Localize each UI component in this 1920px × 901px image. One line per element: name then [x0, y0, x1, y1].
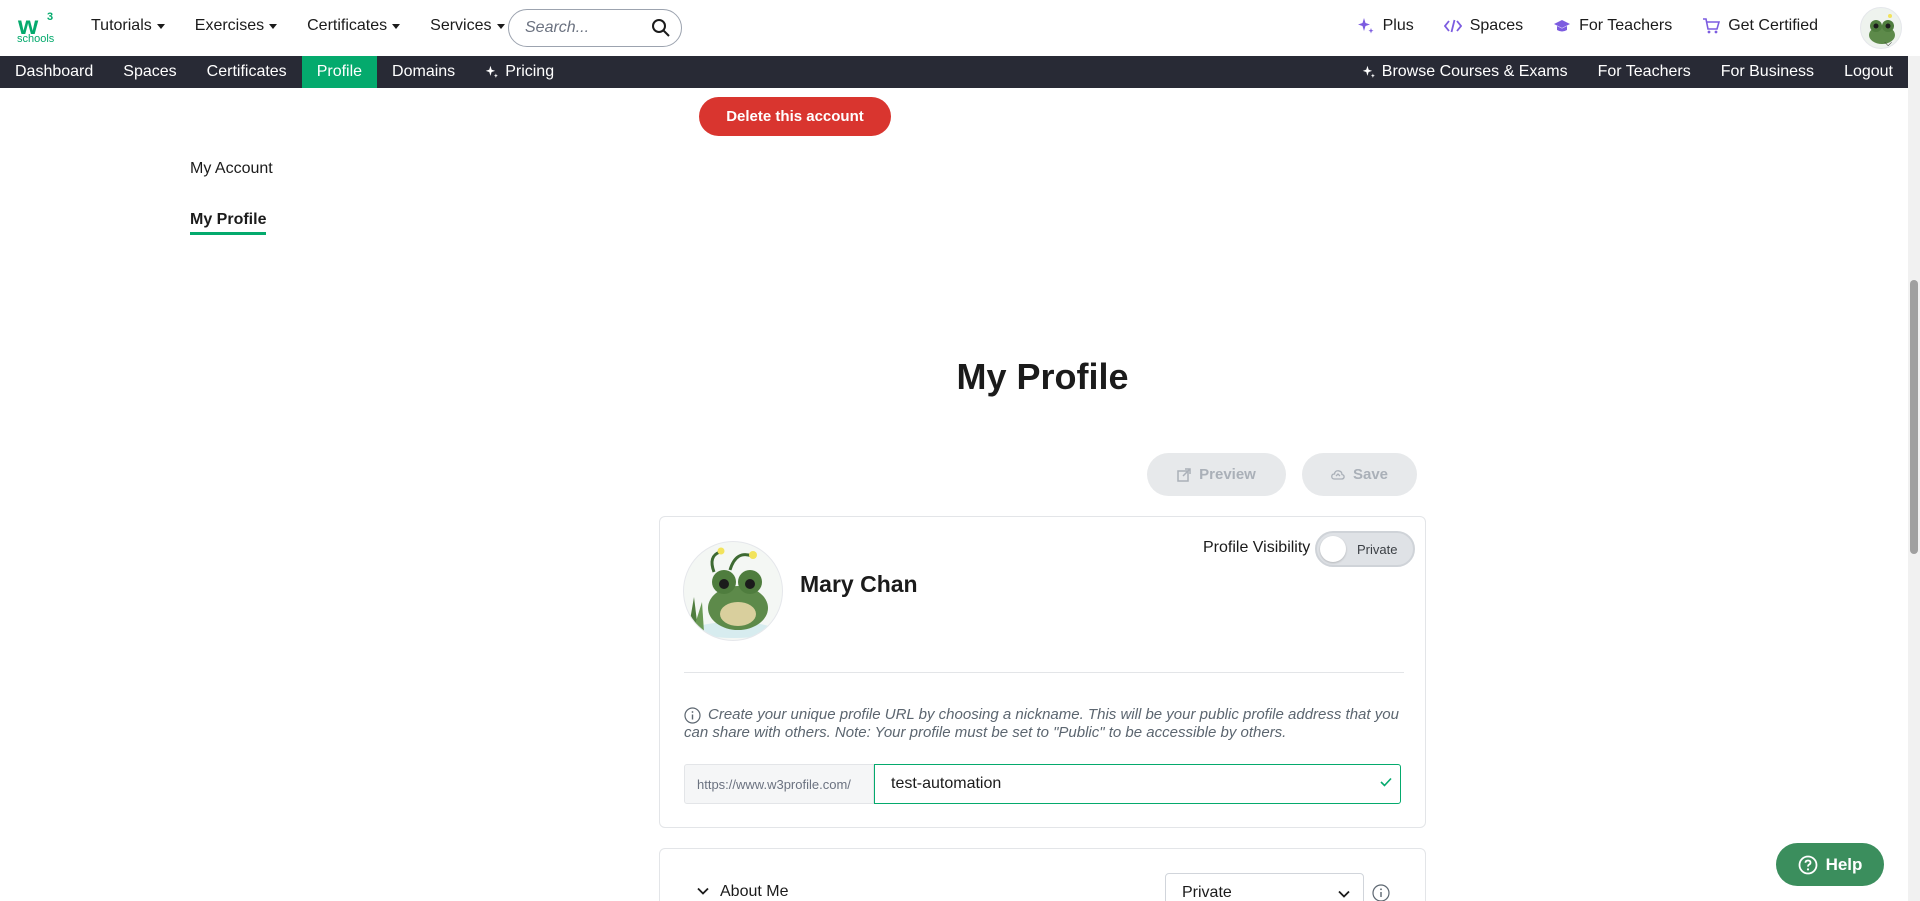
svg-text:3: 3: [47, 11, 53, 23]
preview-button[interactable]: Preview: [1147, 453, 1286, 496]
chevron-down-icon[interactable]: ⌵: [1884, 38, 1892, 49]
spaces-link[interactable]: Spaces: [1443, 17, 1523, 35]
caret-down-icon: [269, 23, 278, 29]
profile-url-prefix: https://www.w3profile.com/: [684, 764, 874, 804]
check-icon: [1380, 777, 1392, 787]
logo-wordmark: schools: [17, 33, 55, 45]
subnav-right: Browse Courses & Exams For Teachers For …: [1347, 56, 1908, 88]
graduation-cap-icon: [1554, 20, 1571, 32]
toggle-knob: [1320, 536, 1346, 562]
profile-card: Mary Chan Profile Visibility Private Cre…: [659, 516, 1426, 828]
delete-account-button[interactable]: Delete this account: [699, 97, 891, 136]
about-me-visibility-select[interactable]: Private: [1165, 873, 1364, 901]
help-button[interactable]: Help: [1776, 843, 1884, 886]
about-me-card: About Me Private: [659, 848, 1426, 901]
frog-avatar-icon: [688, 547, 774, 638]
toggle-state-label: Private: [1357, 542, 1398, 557]
divider: [684, 672, 1404, 673]
tutorials-menu[interactable]: Tutorials: [91, 17, 165, 35]
top-bar: w 3 schools Tutorials Exercises Certific…: [0, 0, 1920, 56]
profile-name: Mary Chan: [800, 571, 918, 597]
exercises-menu[interactable]: Exercises: [195, 17, 278, 35]
code-icon: [1443, 19, 1462, 33]
subnav-dashboard[interactable]: Dashboard: [0, 56, 108, 88]
subnav-certificates[interactable]: Certificates: [192, 56, 302, 88]
cloud-upload-icon: [1331, 469, 1345, 480]
top-nav: Tutorials Exercises Certificates Service…: [91, 17, 505, 35]
subnav-for-business[interactable]: For Business: [1706, 56, 1829, 88]
profile-url-info: Create your unique profile URL by choosi…: [684, 706, 1399, 741]
subnav-profile[interactable]: Profile: [301, 56, 378, 88]
side-menu-my-profile[interactable]: My Profile: [190, 211, 267, 235]
scrollbar-thumb[interactable]: [1910, 280, 1918, 554]
user-avatar[interactable]: [1860, 7, 1902, 49]
question-circle-icon: [1798, 855, 1817, 874]
page-title: My Profile: [956, 356, 1129, 397]
profile-url-input[interactable]: [874, 764, 1401, 804]
sparkle-icon: [485, 65, 499, 78]
profile-avatar[interactable]: [683, 541, 783, 641]
profile-visibility-label: Profile Visibility: [1203, 539, 1311, 556]
subnav-logout[interactable]: Logout: [1829, 56, 1908, 88]
search-icon[interactable]: [651, 18, 671, 38]
chevron-down-icon: [1338, 890, 1350, 898]
subnav-spaces[interactable]: Spaces: [108, 56, 191, 88]
get-certified-link[interactable]: Get Certified: [1702, 17, 1818, 35]
search-input[interactable]: [525, 19, 645, 37]
external-link-icon: [1177, 467, 1191, 482]
profile-visibility-toggle[interactable]: Private: [1315, 531, 1415, 567]
services-menu[interactable]: Services: [430, 17, 505, 35]
sparkle-icon: [1362, 65, 1375, 78]
search-box: [508, 9, 682, 47]
caret-down-icon: [496, 23, 505, 29]
sub-nav: Dashboard Spaces Certificates Profile Do…: [0, 56, 1908, 88]
info-icon[interactable]: [1372, 884, 1390, 901]
sparkle-icon: [1357, 18, 1374, 34]
subnav-pricing[interactable]: Pricing: [470, 56, 569, 88]
side-menu-my-account[interactable]: My Account: [190, 160, 273, 178]
caret-down-icon: [156, 23, 165, 29]
cart-icon: [1703, 18, 1721, 34]
plus-link[interactable]: Plus: [1357, 17, 1414, 35]
for-teachers-link[interactable]: For Teachers: [1553, 17, 1672, 35]
chevron-down-icon[interactable]: [696, 884, 710, 898]
subnav-browse-courses[interactable]: Browse Courses & Exams: [1347, 56, 1583, 88]
certificates-menu[interactable]: Certificates: [307, 17, 401, 35]
top-links: Plus Spaces For Teachers Get Certified: [1357, 17, 1818, 35]
frog-avatar-icon: [1869, 14, 1895, 44]
about-me-toggle[interactable]: About Me: [720, 883, 788, 901]
save-button[interactable]: Save: [1302, 453, 1417, 496]
subnav-domains[interactable]: Domains: [377, 56, 470, 88]
caret-down-icon: [392, 23, 401, 29]
subnav-for-teachers[interactable]: For Teachers: [1583, 56, 1706, 88]
